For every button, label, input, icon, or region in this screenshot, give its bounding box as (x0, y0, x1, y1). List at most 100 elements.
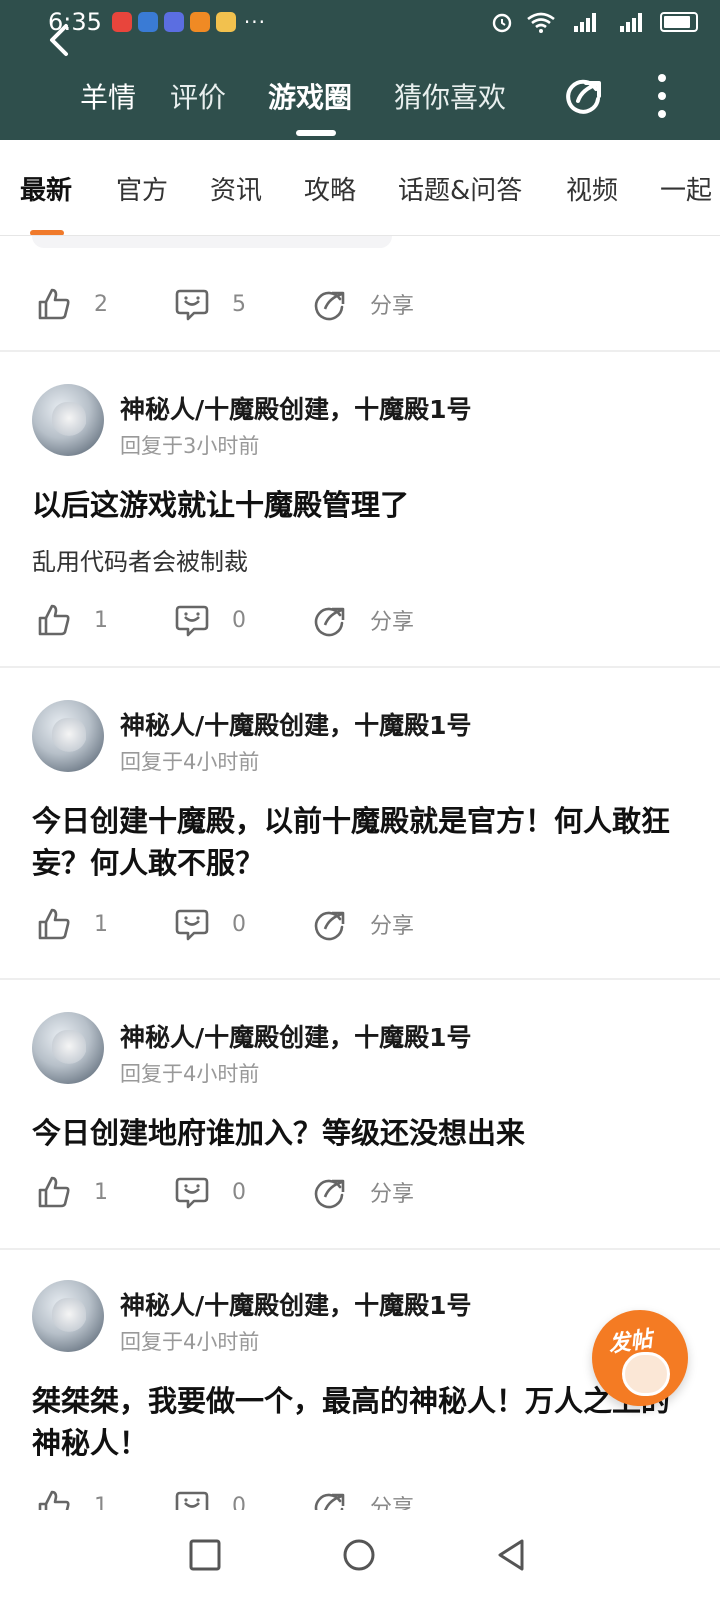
post-username[interactable]: 神秘人/十魔殿创建，十魔殿1号 (120, 1286, 472, 1322)
divider (0, 666, 720, 668)
post-username[interactable]: 神秘人/十魔殿创建，十魔殿1号 (120, 1018, 472, 1054)
tab-game-circle[interactable]: 游戏圈 (268, 76, 352, 116)
like-button[interactable]: 1 (36, 1174, 108, 1210)
mascot-icon (622, 1352, 670, 1396)
share-label: 分享 (370, 1496, 415, 1510)
post-actions: 1 0 分享 (0, 1476, 720, 1510)
comment-button[interactable]: 0 (174, 906, 246, 942)
post-actions: 1 0 分享 (0, 894, 720, 954)
thumbs-up-icon (38, 288, 70, 320)
divider (0, 978, 720, 980)
post-meta: 回复于4小时前 (120, 1062, 260, 1086)
like-count: 1 (94, 1493, 108, 1511)
comment-count: 5 (232, 291, 246, 317)
comment-button[interactable]: 0 (174, 1174, 246, 1210)
share-icon (314, 291, 345, 321)
post-title[interactable]: 以后这游戏就让十魔殿管理了 (32, 484, 688, 526)
share-icon[interactable] (562, 73, 606, 117)
post-body[interactable]: 乱用代码者会被制裁 (32, 542, 248, 577)
subtab-videos[interactable]: 视频 (566, 170, 618, 207)
back-arrow-icon[interactable] (44, 20, 74, 60)
share-button[interactable]: 分享 (312, 1488, 414, 1510)
post-actions: 1 0 分享 (0, 1162, 720, 1222)
tab-reviews[interactable]: 评价 (170, 76, 226, 116)
share-button[interactable]: 分享 (312, 906, 414, 942)
comment-count: 0 (232, 607, 246, 633)
back-title[interactable]: 羊情 (80, 76, 136, 116)
comment-icon (175, 605, 209, 637)
post-username[interactable]: 神秘人/十魔殿创建，十魔殿1号 (120, 706, 472, 742)
divider (0, 350, 720, 352)
share-icon (314, 1493, 345, 1510)
signal-icon (574, 13, 596, 32)
share-icon (314, 911, 345, 941)
share-button[interactable]: 分享 (312, 602, 414, 638)
post-meta: 回复于4小时前 (120, 1330, 260, 1354)
post-meta: 回复于3小时前 (120, 434, 260, 458)
notification-app-icon (137, 12, 158, 32)
comment-icon (175, 1177, 209, 1209)
share-icon (314, 607, 345, 637)
tab-recommend[interactable]: 猜你喜欢 (394, 76, 506, 116)
status-app-icons (111, 12, 236, 32)
like-button[interactable]: 1 (36, 1488, 108, 1510)
avatar[interactable] (32, 1280, 104, 1352)
like-count: 1 (94, 607, 108, 633)
post-title[interactable]: 桀桀桀，我要做一个，最高的神秘人！万人之上的神秘人！ (32, 1380, 688, 1464)
divider (0, 1248, 720, 1250)
alarm-icon (492, 13, 512, 33)
home-icon[interactable] (342, 1538, 376, 1572)
status-bar: 6:35 ··· (0, 0, 720, 44)
status-more-dots: ··· (243, 10, 266, 34)
active-tab-indicator (296, 130, 336, 136)
avatar[interactable] (32, 384, 104, 456)
more-options-icon[interactable] (652, 74, 672, 118)
category-tabs: 最新 官方 资讯 攻略 话题&问答 视频 一起 (0, 140, 720, 236)
subtab-guides[interactable]: 攻略 (304, 170, 356, 207)
subtab-news[interactable]: 资讯 (210, 170, 262, 207)
comment-count: 0 (232, 1493, 246, 1511)
avatar[interactable] (32, 1012, 104, 1084)
like-count: 2 (94, 291, 108, 317)
comment-icon (175, 289, 209, 321)
notification-app-icon (215, 12, 236, 32)
subtab-official[interactable]: 官方 (116, 170, 168, 207)
share-icon (314, 1179, 345, 1209)
back-triangle-icon[interactable] (494, 1538, 528, 1572)
subtab-latest[interactable]: 最新 (20, 170, 72, 207)
like-count: 1 (94, 1179, 108, 1205)
share-button[interactable]: 分享 (312, 286, 414, 322)
avatar[interactable] (32, 700, 104, 772)
system-nav-bar (0, 1510, 720, 1600)
post-actions: 2 5 分享 (0, 274, 720, 334)
like-button[interactable]: 1 (36, 602, 108, 638)
notification-app-icon (111, 12, 132, 32)
post-title[interactable]: 今日创建十魔殿，以前十魔殿就是官方！何人敢狂妄？何人敢不服？ (32, 800, 688, 884)
comment-button[interactable]: 0 (174, 1488, 246, 1510)
post-title[interactable]: 今日创建地府谁加入？等级还没想出来 (32, 1112, 688, 1154)
post-username[interactable]: 神秘人/十魔殿创建，十魔殿1号 (120, 390, 472, 426)
comment-count: 0 (232, 911, 246, 937)
comment-button[interactable]: 0 (174, 602, 246, 638)
create-post-button[interactable]: 发帖 (592, 1310, 688, 1406)
subtab-topics-qa[interactable]: 话题&问答 (398, 170, 522, 207)
comment-button[interactable]: 5 (174, 286, 246, 322)
thumbs-up-icon (38, 1176, 70, 1208)
subtab-together[interactable]: 一起 (660, 170, 712, 207)
thumbs-up-icon (38, 908, 70, 940)
share-button[interactable]: 分享 (312, 1174, 414, 1210)
share-label: 分享 (370, 1182, 415, 1207)
share-label: 分享 (370, 610, 415, 635)
thumbs-up-icon (38, 604, 70, 636)
app-header: 6:35 ··· 羊情 评价 游戏圈 猜你喜欢 (0, 0, 720, 140)
share-label: 分享 (370, 914, 415, 939)
recent-apps-icon[interactable] (188, 1538, 222, 1572)
notification-app-icon (163, 12, 184, 32)
share-label: 分享 (370, 294, 415, 319)
like-count: 1 (94, 911, 108, 937)
like-button[interactable]: 1 (36, 906, 108, 942)
top-nav: 羊情 评价 游戏圈 猜你喜欢 (0, 56, 720, 136)
like-button[interactable]: 2 (36, 286, 108, 322)
comment-count: 0 (232, 1179, 246, 1205)
thumbs-up-icon (38, 1490, 70, 1510)
